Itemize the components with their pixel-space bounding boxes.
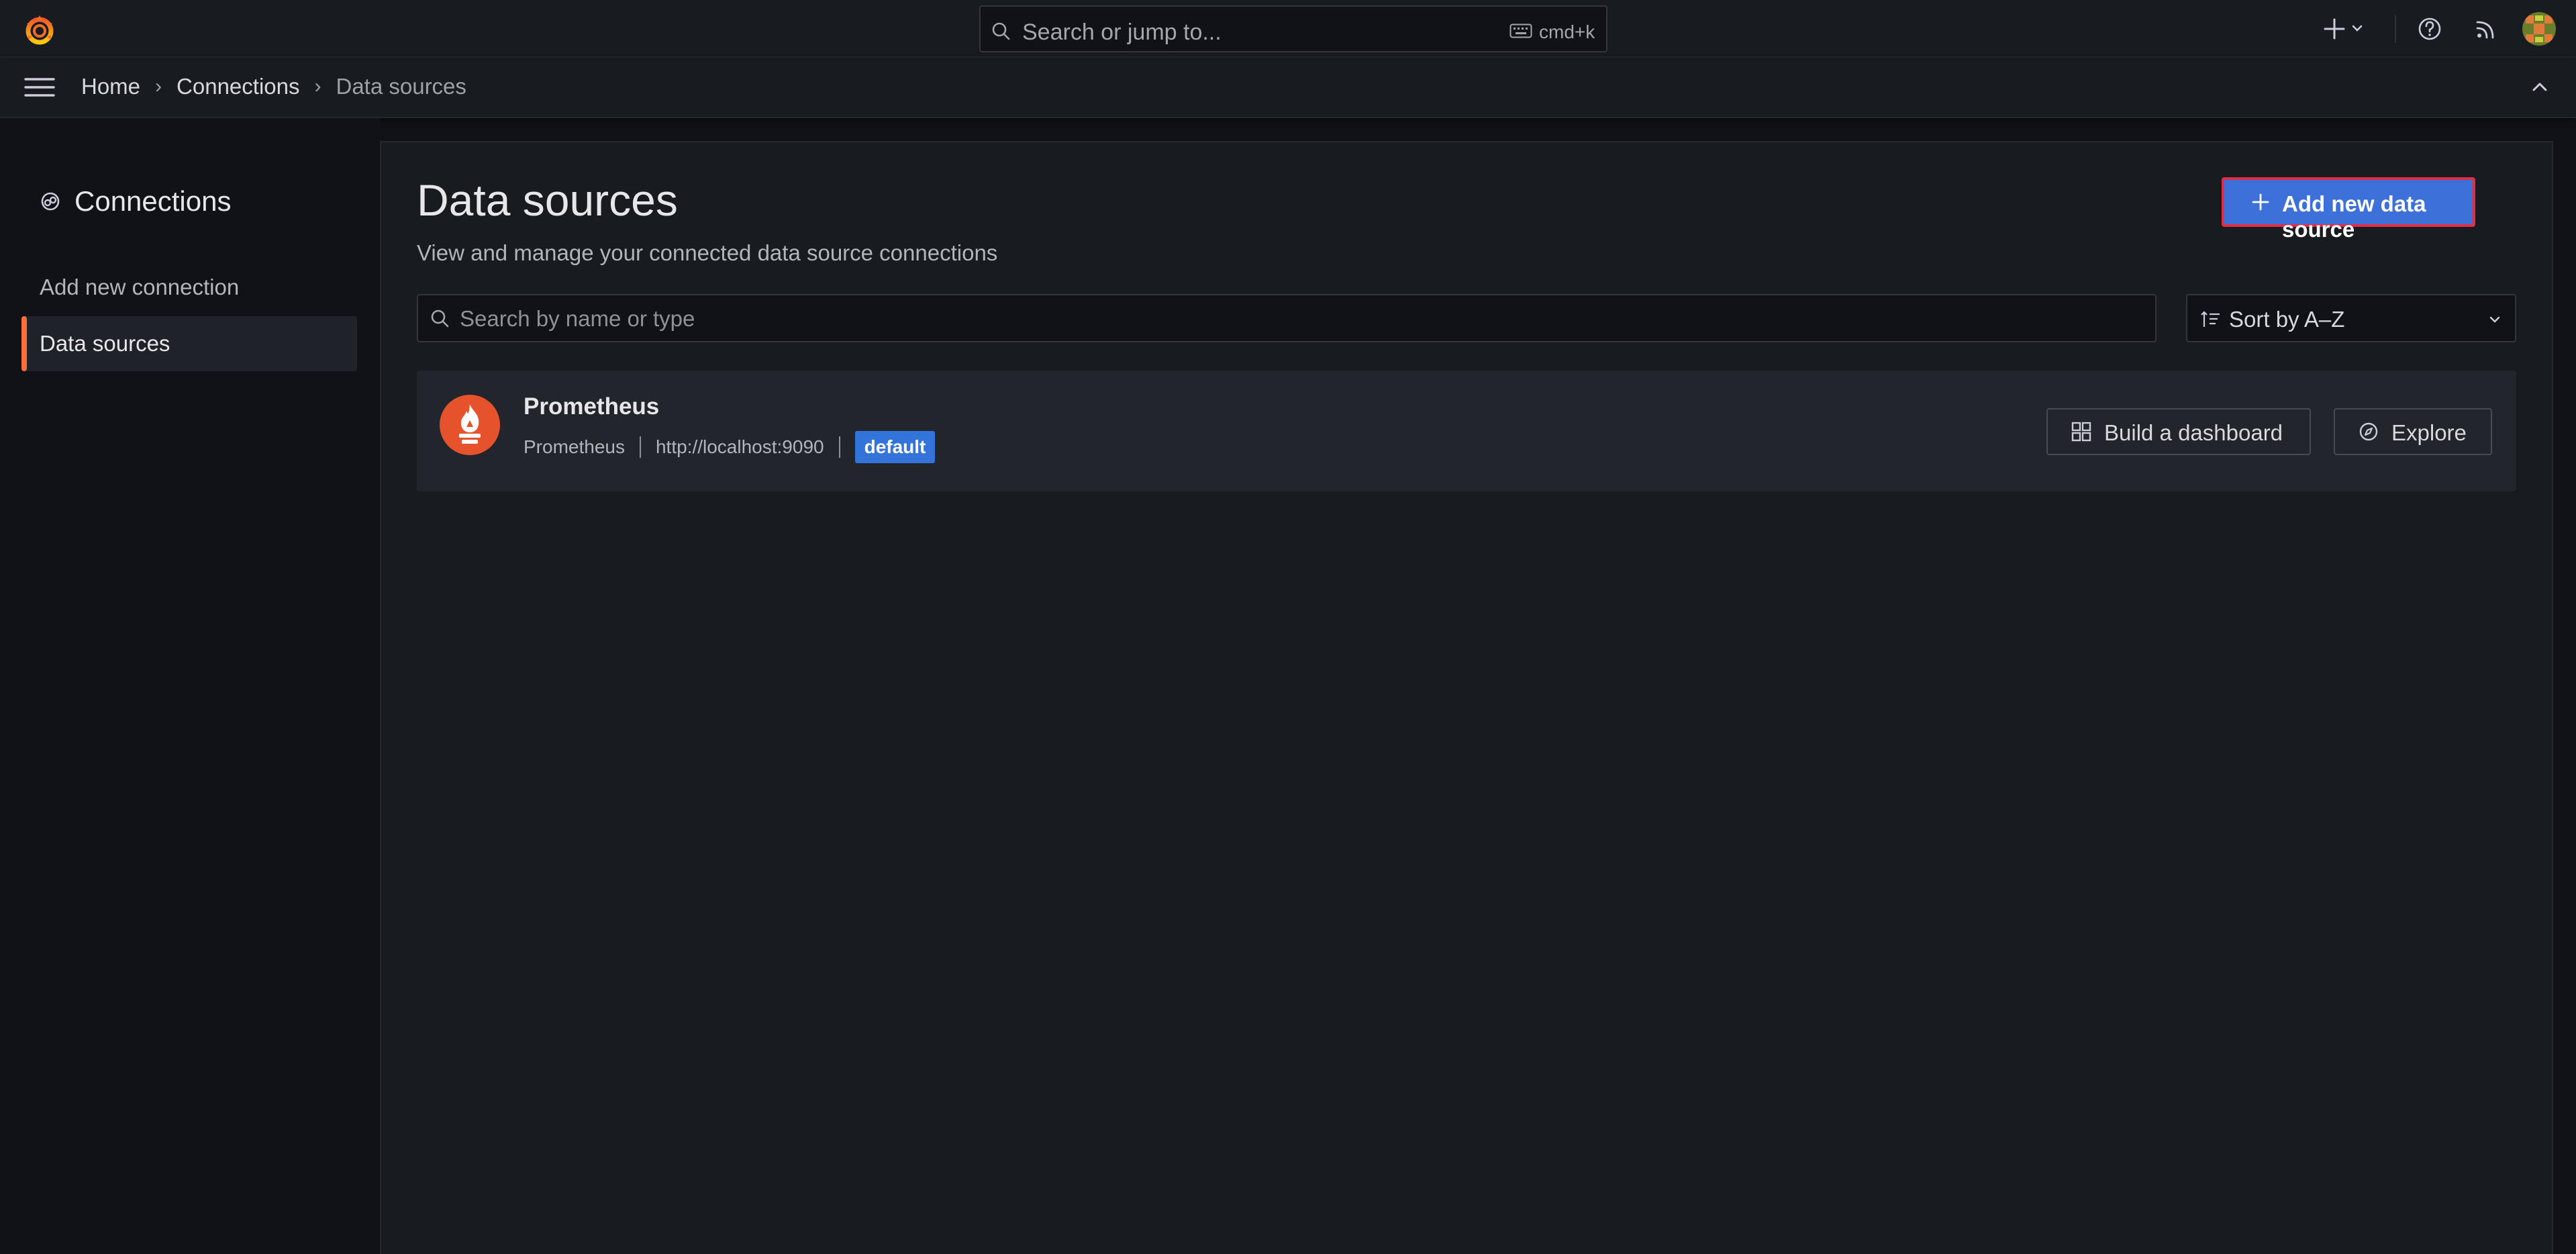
breadcrumb-connections[interactable]: Connections xyxy=(177,74,299,99)
data-source-name[interactable]: Prometheus xyxy=(524,393,659,420)
chevron-right-icon: › xyxy=(314,75,321,97)
sidebar-item-label: Add new connection xyxy=(40,275,240,299)
breadcrumb-data-sources: Data sources xyxy=(336,74,466,99)
breadcrumb-bar: Home › Connections › Data sources xyxy=(0,58,2576,118)
rss-icon[interactable] xyxy=(2471,14,2501,44)
search-icon xyxy=(992,22,1010,40)
global-search-placeholder: Search or jump to... xyxy=(1022,19,1222,45)
avatar[interactable] xyxy=(2522,12,2556,46)
chevron-right-icon: › xyxy=(155,75,162,97)
connections-icon xyxy=(41,192,60,211)
search-icon xyxy=(431,309,449,328)
divider xyxy=(2395,15,2396,43)
build-dashboard-label: Build a dashboard xyxy=(2104,420,2283,445)
explore-label: Explore xyxy=(2391,420,2467,445)
main-content: Data sources View and manage your connec… xyxy=(380,141,2553,1254)
divider xyxy=(838,436,840,458)
data-source-meta: Prometheus http://localhost:9090 default xyxy=(524,431,936,463)
page-subtitle: View and manage your connected data sour… xyxy=(417,240,998,265)
keyboard-icon xyxy=(1509,23,1532,38)
explore-button[interactable]: Explore xyxy=(2334,408,2492,455)
divider xyxy=(639,436,641,458)
data-source-search xyxy=(417,294,2157,342)
data-source-card[interactable]: Prometheus Prometheus http://localhost:9… xyxy=(417,371,2516,491)
compass-icon xyxy=(2359,422,2378,441)
top-bar: Search or jump to... cmd+k xyxy=(0,0,2576,58)
sidebar-item-data-sources[interactable]: Data sources xyxy=(21,316,357,371)
breadcrumb-home[interactable]: Home xyxy=(81,74,140,99)
section-nav-title: Connections xyxy=(40,185,231,218)
chevron-up-icon[interactable] xyxy=(2528,75,2552,99)
search-shortcut: cmd+k xyxy=(1539,21,1595,42)
page-title: Data sources xyxy=(417,175,678,225)
chevron-down-icon xyxy=(2489,316,2500,323)
sort-icon xyxy=(2201,311,2220,327)
active-indicator xyxy=(21,316,27,371)
dashboard-grid-icon xyxy=(2071,422,2091,442)
global-search-input[interactable]: Search or jump to... cmd+k xyxy=(979,5,1607,52)
default-badge: default xyxy=(854,431,936,463)
help-icon[interactable] xyxy=(2415,14,2444,44)
sort-select[interactable]: Sort by A–Z xyxy=(2186,294,2516,342)
add-new-data-source-button[interactable]: Add new data source xyxy=(2222,177,2475,242)
sort-select-value: Sort by A–Z xyxy=(2229,307,2345,332)
data-source-type: Prometheus xyxy=(524,436,625,457)
data-source-url: http://localhost:9090 xyxy=(655,436,824,457)
section-nav: Connections Add new connection Data sour… xyxy=(0,118,380,1254)
sidebar-item-add-new-connection[interactable]: Add new connection xyxy=(21,260,357,315)
build-dashboard-button[interactable]: Build a dashboard xyxy=(2046,408,2311,455)
grafana-logo-icon[interactable] xyxy=(21,11,58,48)
add-new-data-source-label: Add new data source xyxy=(2282,191,2426,242)
menu-icon[interactable] xyxy=(24,75,55,99)
section-nav-title-text: Connections xyxy=(75,185,232,217)
sidebar-item-label: Data sources xyxy=(40,331,170,356)
data-source-search-input[interactable] xyxy=(458,302,2139,336)
plus-icon xyxy=(2252,193,2269,211)
new-item-menu-button[interactable] xyxy=(2324,14,2367,44)
prometheus-icon xyxy=(440,395,500,455)
breadcrumb: Home › Connections › Data sources xyxy=(81,74,466,99)
